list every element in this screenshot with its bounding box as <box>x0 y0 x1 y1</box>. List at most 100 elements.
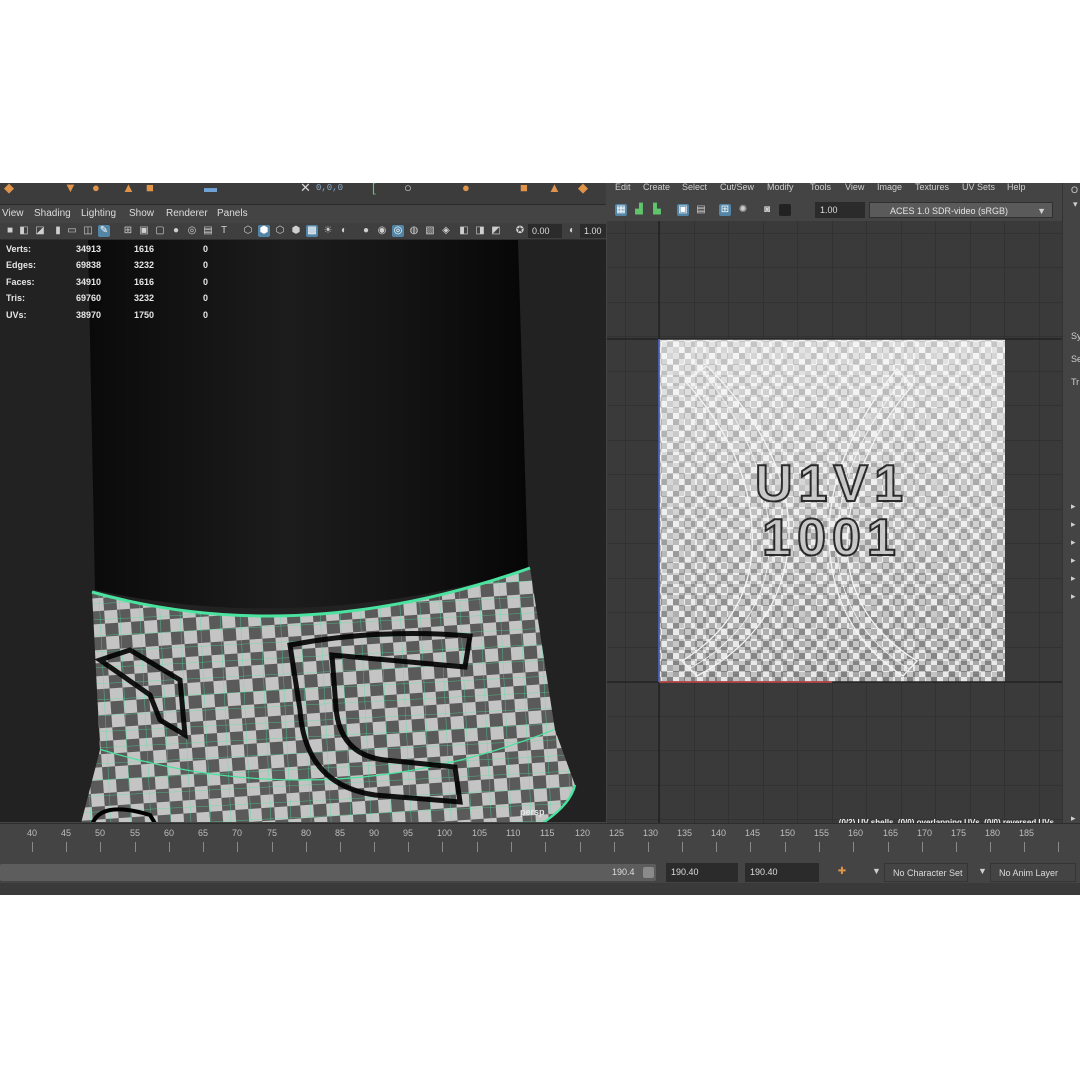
auto-key-icon[interactable]: ✚ <box>836 866 848 878</box>
default-material-icon[interactable]: ⬢ <box>290 225 302 237</box>
color-swatch-icon[interactable] <box>779 204 791 216</box>
time-tick <box>66 842 67 852</box>
chevron-right-icon[interactable]: ▸ <box>1071 573 1076 584</box>
menu-show[interactable]: Show <box>129 208 154 219</box>
shelf-icon[interactable]: [ <box>372 183 376 194</box>
menu-edit[interactable]: Edit <box>615 183 631 192</box>
shelf-icon[interactable]: ▲ <box>548 183 561 194</box>
menu-cut-sew[interactable]: Cut/Sew <box>720 183 754 192</box>
shelf-icon[interactable]: ▬ <box>204 183 217 194</box>
image-plane-icon[interactable]: ▮ <box>52 225 64 237</box>
menu-renderer[interactable]: Renderer <box>166 208 208 219</box>
textured-icon[interactable]: ▩ <box>306 225 318 237</box>
pencil-icon[interactable]: ✎ <box>98 225 110 237</box>
playback-end-field[interactable]: 190.40 <box>745 863 819 882</box>
chevron-right-icon[interactable]: ▸ <box>1071 591 1076 602</box>
animation-end-field[interactable]: 190.40 <box>666 863 738 882</box>
shelf-icon[interactable]: ▼ <box>64 183 77 194</box>
time-slider[interactable]: 40 45 50 55 60 65 70 75 80 85 90 95 100 … <box>0 823 1080 861</box>
menu-image[interactable]: Image <box>877 183 902 192</box>
camera-icon[interactable]: ■ <box>4 225 16 237</box>
wireframe-on-shaded-icon[interactable]: ⬡ <box>274 225 286 237</box>
shelf-strip: ◆ ▼ ● ▲ ■ ▬ ✕ 0,0,0 [ ○ ● ■ ▲ ◆ <box>0 183 606 205</box>
menu-create[interactable]: Create <box>643 183 670 192</box>
shelf-icon[interactable]: ■ <box>146 183 154 194</box>
lights-icon[interactable]: ☀ <box>322 225 334 237</box>
menu-select[interactable]: Select <box>682 183 707 192</box>
safe-title-icon[interactable]: T <box>218 225 230 237</box>
camera-snapshot-icon[interactable]: ◙ <box>761 204 773 216</box>
grid-icon[interactable]: ⊞ <box>122 225 134 237</box>
menu-view[interactable]: View <box>845 183 864 192</box>
xray-joints-icon[interactable]: ◧ <box>458 225 470 237</box>
chevron-down-icon[interactable]: ▼ <box>978 866 987 876</box>
isolate-icon[interactable]: ▧ <box>424 225 436 237</box>
shadows-icon[interactable]: ◐ <box>338 225 350 237</box>
menu-modify[interactable]: Modify <box>767 183 794 192</box>
gamma-field[interactable]: 1.00 <box>580 224 606 238</box>
view-transform-select[interactable]: ACES 1.0 SDR-video (sRGB) ▼ <box>869 202 1053 218</box>
gamma-icon[interactable]: ◐ <box>566 225 578 237</box>
display-image-icon[interactable]: ▣ <box>677 204 689 216</box>
exposure-field[interactable]: 0.00 <box>528 224 562 238</box>
anim-layer-select[interactable]: No Anim Layer <box>990 863 1076 882</box>
shelf-icon[interactable]: ● <box>92 183 100 194</box>
anti-aliasing-icon[interactable]: ◎ <box>392 225 404 237</box>
shelf-icon[interactable]: ○ <box>404 183 412 194</box>
xray-components-icon[interactable]: ◨ <box>474 225 486 237</box>
two-d-pan-icon[interactable]: ◫ <box>82 225 94 237</box>
film-gate-icon[interactable]: ▣ <box>138 225 150 237</box>
exposure-icon[interactable]: ✪ <box>514 225 526 237</box>
checker-icon[interactable]: ▙ <box>651 204 663 216</box>
safe-action-icon[interactable]: ▤ <box>202 225 214 237</box>
uv-distortion-icon[interactable]: ▟ <box>633 204 645 216</box>
menu-shading[interactable]: Shading <box>34 208 71 219</box>
uv-editor-viewport[interactable]: U1V1 1001 (0/2) UV shells, (0/0) overlap… <box>607 221 1062 833</box>
shelf-icon[interactable]: ● <box>462 183 470 194</box>
menu-textures[interactable]: Textures <box>915 183 949 192</box>
uv-tile-name: U1V1 <box>754 455 910 513</box>
chevron-right-icon[interactable]: ▸ <box>1071 519 1076 530</box>
menu-uv-sets[interactable]: UV Sets <box>962 183 995 192</box>
menu-help[interactable]: Help <box>1007 183 1026 192</box>
snap-icon[interactable]: ✺ <box>737 204 749 216</box>
character-set-select[interactable]: No Character Set <box>884 863 968 882</box>
chevron-right-icon[interactable]: ▸ <box>1071 537 1076 548</box>
field-chart-icon[interactable]: ◎ <box>186 225 198 237</box>
menu-lighting[interactable]: Lighting <box>81 208 116 219</box>
menu-view[interactable]: View <box>2 208 24 219</box>
camera-attr-icon[interactable]: ◧ <box>18 225 30 237</box>
ambient-occlusion-icon[interactable]: ● <box>360 225 372 237</box>
motion-blur-icon[interactable]: ◉ <box>376 225 388 237</box>
shelf-icon[interactable]: ◆ <box>4 183 14 194</box>
depth-of-field-icon[interactable]: ◍ <box>408 225 420 237</box>
exposure-field[interactable]: 1.00 <box>815 202 865 218</box>
xray-icon[interactable]: ◈ <box>440 225 452 237</box>
close-icon[interactable]: ✕ <box>300 183 311 194</box>
resolution-gate-icon[interactable]: ▢ <box>154 225 166 237</box>
dim-image-icon[interactable]: ▤ <box>695 204 707 216</box>
command-line[interactable] <box>0 883 1080 895</box>
chevron-down-icon[interactable]: ▾ <box>1073 199 1078 210</box>
hud-value: 1750 <box>134 310 155 320</box>
menu-panels[interactable]: Panels <box>217 208 248 219</box>
uv-grid-icon[interactable]: ⊞ <box>719 204 731 216</box>
range-handle[interactable] <box>643 867 654 878</box>
menu-tools[interactable]: Tools <box>810 183 831 192</box>
bookmark-icon[interactable]: ◪ <box>34 225 46 237</box>
shelf-icon[interactable]: ■ <box>520 183 528 194</box>
wireframe-icon[interactable]: ⬡ <box>242 225 254 237</box>
range-slider[interactable]: 190.4 <box>0 864 656 881</box>
shelf-icon[interactable]: ▲ <box>122 183 135 194</box>
camera-gate-icon[interactable]: ◩ <box>490 225 502 237</box>
3d-viewport[interactable]: Verts: 34913 1616 0 Edges: 69838 3232 0 … <box>0 240 606 822</box>
grease-pencil-icon[interactable]: ▭ <box>66 225 78 237</box>
gate-mask-icon[interactable]: ● <box>170 225 182 237</box>
view-transform-value: ACES 1.0 SDR-video (sRGB) <box>890 206 1009 216</box>
smooth-shade-icon[interactable]: ⬢ <box>258 225 270 237</box>
uv-shell-icon[interactable]: ▦ <box>615 204 627 216</box>
shelf-icon[interactable]: ◆ <box>578 183 588 194</box>
chevron-right-icon[interactable]: ▸ <box>1071 501 1076 512</box>
chevron-down-icon[interactable]: ▼ <box>872 866 881 876</box>
chevron-right-icon[interactable]: ▸ <box>1071 555 1076 566</box>
